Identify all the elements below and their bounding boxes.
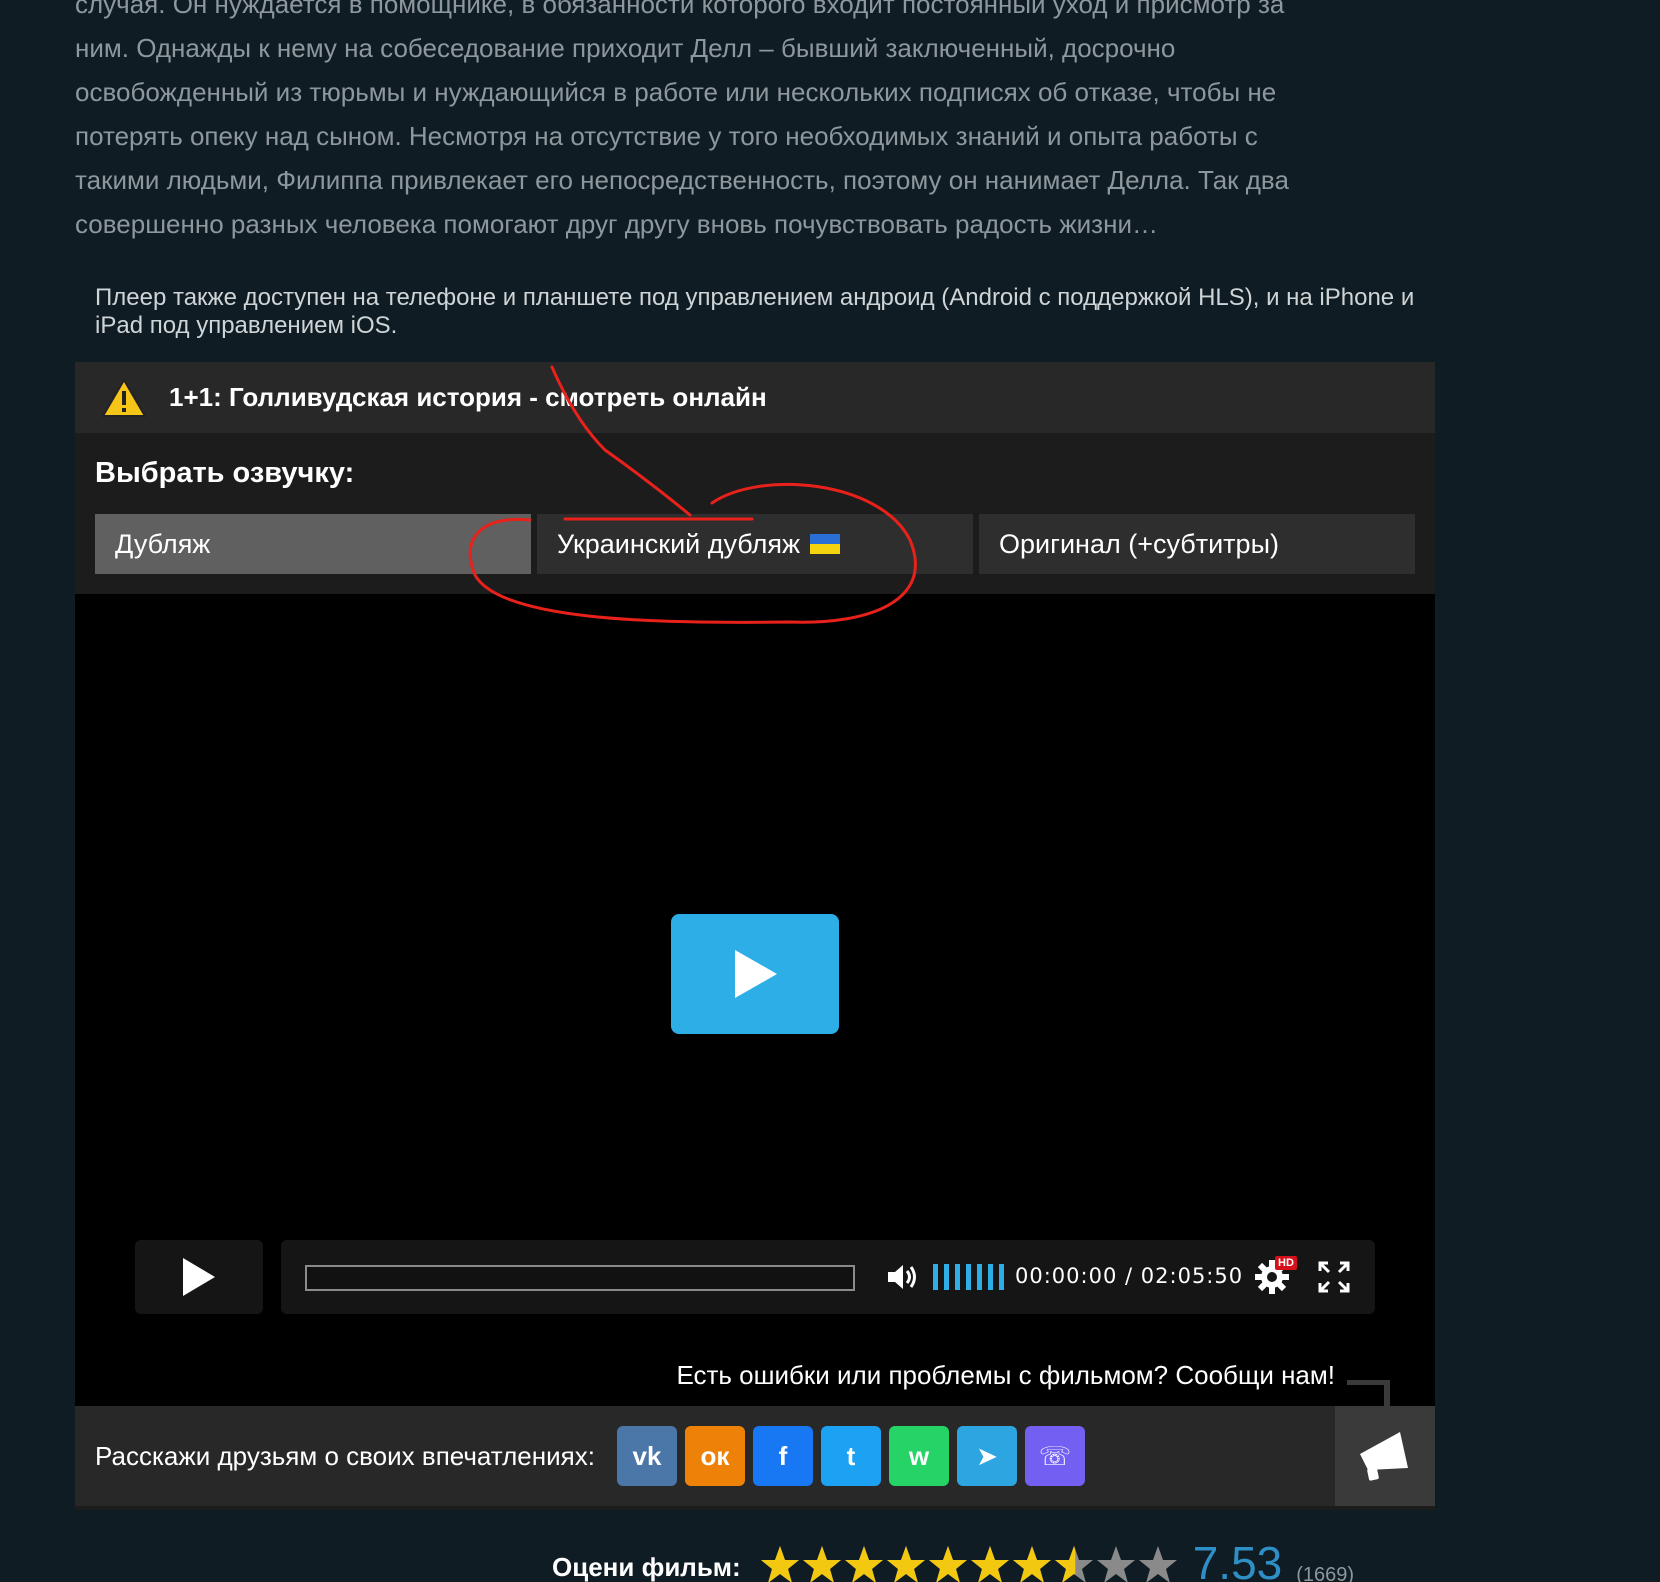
odnoklassniki-share-button[interactable]: ок — [684, 1426, 745, 1486]
star-icon[interactable] — [1137, 1544, 1179, 1582]
star-icon[interactable] — [759, 1544, 801, 1582]
time-separator: / — [1125, 1264, 1134, 1288]
video-area[interactable]: 00:00:00 / 02:05:50 HD Есть ошибки или п… — [75, 594, 1435, 1438]
play-icon — [183, 1258, 215, 1296]
description-line: совершенно разных человека помогают друг… — [75, 209, 1158, 239]
voice-select-label: Выбрать озвучку: — [95, 457, 355, 489]
share-label: Расскажи друзьям о своих впечатлениях: — [95, 1440, 595, 1471]
time-current: 00:00:00 — [1015, 1264, 1118, 1288]
whatsapp-icon: w — [908, 1440, 930, 1471]
volume-icon[interactable] — [885, 1260, 919, 1294]
star-icon[interactable] — [927, 1544, 969, 1582]
viber-icon: ☏ — [1038, 1440, 1072, 1471]
description-line: потерять опеку над сыном. Несмотря на от… — [75, 121, 1258, 151]
star-icon[interactable] — [1095, 1544, 1137, 1582]
rating-label: Оцени фильм: — [552, 1552, 741, 1582]
vk-icon: vk — [632, 1440, 662, 1471]
twitter-share-button[interactable]: t — [820, 1426, 881, 1486]
player-title: 1+1: Голливудская история - смотреть онл… — [169, 382, 767, 412]
ukraine-flag-icon — [810, 534, 840, 554]
telegram-icon: ➤ — [976, 1440, 998, 1471]
voice-tab-ukrainian-dub[interactable]: Украинский дубляж — [537, 514, 973, 574]
description-line: такими людьми, Филиппа привлекает его не… — [75, 165, 1289, 195]
description-line: освобожденный из тюрьмы и нуждающийся в … — [75, 77, 1277, 107]
volume-bar — [944, 1264, 949, 1290]
description-line: случая. Он нуждается в помощнике, в обяз… — [75, 0, 1285, 19]
report-problem-link[interactable]: Есть ошибки или проблемы с фильмом? Сооб… — [676, 1360, 1335, 1391]
voice-tab-dub[interactable]: Дубляж — [95, 514, 531, 574]
rating-widget: Оцени фильм: 7.53 (1669) — [552, 1537, 1355, 1582]
voice-tab-label: Дубляж — [115, 528, 211, 559]
facebook-share-button[interactable]: f — [752, 1426, 813, 1486]
star-icon[interactable] — [1053, 1544, 1095, 1582]
time-total: 02:05:50 — [1140, 1264, 1244, 1288]
megaphone-button[interactable] — [1335, 1406, 1435, 1506]
rating-value: 7.53 — [1192, 1537, 1283, 1582]
volume-bar — [933, 1264, 938, 1290]
fullscreen-icon[interactable] — [1317, 1260, 1351, 1294]
play-icon — [735, 950, 777, 998]
facebook-icon: f — [778, 1440, 788, 1471]
telegram-share-button[interactable]: ➤ — [956, 1426, 1017, 1486]
star-icon[interactable] — [1011, 1544, 1053, 1582]
big-play-button[interactable] — [671, 914, 839, 1034]
volume-bar — [977, 1264, 982, 1290]
voice-tab-original[interactable]: Оригинал (+субтитры) — [979, 514, 1415, 574]
time-display: 00:00:00 / 02:05:50 — [1015, 1264, 1243, 1288]
share-icons: vk ок f t w ➤ ☏ — [616, 1426, 1085, 1486]
viber-share-button[interactable]: ☏ — [1024, 1426, 1085, 1486]
voice-tab-label: Оригинал (+субтитры) — [999, 528, 1279, 559]
warning-icon — [101, 377, 147, 417]
description-line: ним. Однажды к нему на собеседование при… — [75, 33, 1176, 63]
hd-badge: HD — [1275, 1256, 1297, 1270]
star-icon[interactable] — [801, 1544, 843, 1582]
star-icon[interactable] — [843, 1544, 885, 1582]
play-button[interactable] — [135, 1240, 263, 1314]
player-title-bar: 1+1: Голливудская история - смотреть онл… — [75, 362, 1435, 433]
volume-bar — [999, 1264, 1004, 1290]
volume-bar — [966, 1264, 971, 1290]
volume-bar — [955, 1264, 960, 1290]
twitter-icon: t — [846, 1440, 856, 1471]
movie-description: случая. Он нуждается в помощнике, в обяз… — [75, 0, 1415, 246]
player-availability-note: Плеер также доступен на телефоне и планш… — [95, 284, 1415, 339]
whatsapp-share-button[interactable]: w — [888, 1426, 949, 1486]
volume-slider[interactable] — [933, 1264, 1004, 1290]
progress-bar[interactable] — [305, 1265, 855, 1291]
control-bar: 00:00:00 / 02:05:50 HD — [281, 1240, 1375, 1314]
voice-tab-label: Украинский дубляж — [557, 528, 800, 559]
rating-stars[interactable] — [759, 1544, 1179, 1582]
volume-bar — [988, 1264, 993, 1290]
odnoklassniki-icon: ок — [700, 1440, 730, 1471]
rating-count: (1669) — [1296, 1564, 1355, 1582]
player-panel: 1+1: Голливудская история - смотреть онл… — [75, 362, 1435, 1510]
star-icon[interactable] — [969, 1544, 1011, 1582]
share-bar: Расскажи друзьям о своих впечатлениях: v… — [75, 1406, 1435, 1506]
voice-tabs: Дубляж Украинский дубляж Оригинал (+субт… — [95, 514, 1415, 574]
vk-share-button[interactable]: vk — [616, 1426, 677, 1486]
megaphone-icon — [1360, 1432, 1408, 1481]
star-icon[interactable] — [885, 1544, 927, 1582]
